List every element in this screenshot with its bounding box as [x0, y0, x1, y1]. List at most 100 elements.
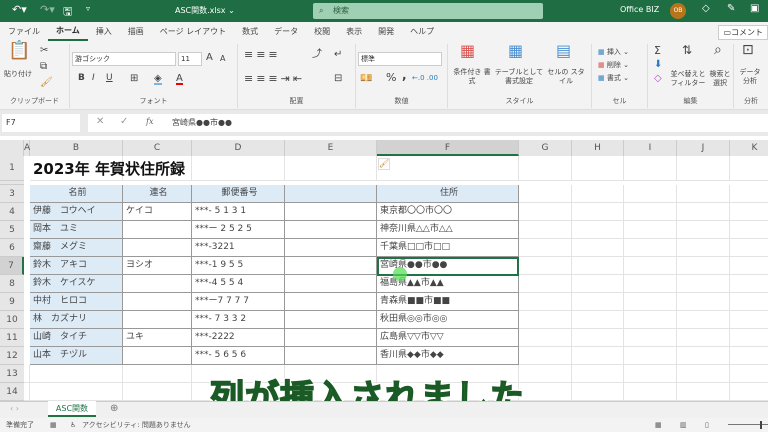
sheet-tab-asc[interactable]: ASC関数 — [48, 401, 96, 417]
cell[interactable] — [677, 347, 730, 365]
table-cell[interactable]: 鈴木 ケイスケ — [30, 275, 123, 293]
horizontal-align-icons[interactable]: ≡≡≡⇥⇤ — [244, 73, 305, 84]
cell[interactable] — [572, 275, 624, 293]
table-cell[interactable]: ***-4 5 5 4 — [192, 275, 285, 293]
tab-review[interactable]: 校閲 — [306, 22, 338, 42]
table-cell[interactable]: ***- 7 3 3 2 — [192, 311, 285, 329]
tab-page-layout[interactable]: ページ レイアウト — [152, 22, 234, 42]
cell[interactable] — [730, 347, 768, 365]
fill-icon[interactable]: ⬇ — [654, 60, 662, 70]
table-cell[interactable]: ***-2222 — [192, 329, 285, 347]
table-cell[interactable]: ***-3221 — [192, 239, 285, 257]
normal-view-icon[interactable]: ▦ — [655, 418, 662, 432]
cell[interactable] — [123, 365, 192, 383]
table-cell[interactable]: 香川県◆◆市◆◆ — [377, 347, 519, 365]
insert-function-icon[interactable]: fx — [146, 117, 153, 126]
copy-icon[interactable]: ⧉ — [40, 62, 47, 72]
column-header-J[interactable]: J — [677, 140, 730, 156]
autosum-icon[interactable]: Σ — [654, 45, 661, 56]
column-header-H[interactable]: H — [572, 140, 624, 156]
format-cells-button[interactable]: ▦ 書式 ⌄ — [598, 74, 629, 83]
cell[interactable] — [730, 383, 768, 401]
cell[interactable] — [624, 156, 677, 181]
table-cell[interactable]: 秋田県◎◎市◎◎ — [377, 311, 519, 329]
cell[interactable] — [519, 329, 572, 347]
row-header-12[interactable]: 12 — [0, 347, 24, 365]
format-as-table-button[interactable]: テーブルとして 書式設定 — [494, 68, 544, 86]
table-cell[interactable] — [285, 311, 377, 329]
table-cell[interactable]: 林 カズナリ — [30, 311, 123, 329]
cell[interactable] — [730, 329, 768, 347]
cell[interactable] — [624, 365, 677, 383]
cell[interactable] — [572, 257, 624, 275]
cell[interactable] — [285, 156, 377, 181]
cell[interactable] — [730, 293, 768, 311]
cell[interactable] — [572, 311, 624, 329]
zoom-slider[interactable] — [728, 424, 768, 425]
sort-filter-button[interactable]: 並べ替えと フィルター — [668, 70, 708, 88]
customize-qat-icon[interactable]: ▿ — [86, 4, 90, 13]
cell[interactable] — [677, 365, 730, 383]
table-cell[interactable] — [123, 311, 192, 329]
diamond-icon[interactable]: ◇ — [702, 3, 710, 14]
table-cell[interactable] — [285, 347, 377, 365]
cell[interactable] — [677, 293, 730, 311]
font-color-icon[interactable]: A — [176, 74, 183, 85]
search-box[interactable]: ⌕ 検索 — [313, 3, 543, 19]
cell[interactable] — [730, 257, 768, 275]
row-header-9[interactable]: 9 — [0, 293, 24, 311]
merge-icon[interactable]: ⊟ — [334, 74, 342, 84]
underline-button[interactable]: U — [106, 74, 113, 83]
cell[interactable] — [677, 185, 730, 203]
clear-icon[interactable]: ◇ — [654, 74, 662, 84]
row-header-4[interactable]: 4 — [0, 203, 24, 221]
cell[interactable] — [730, 365, 768, 383]
percent-button[interactable]: % — [386, 72, 396, 83]
increase-font-icon[interactable]: A — [206, 53, 213, 63]
cell[interactable] — [677, 257, 730, 275]
data-analysis-button[interactable]: データ 分析 — [738, 68, 762, 86]
cell[interactable] — [519, 347, 572, 365]
add-sheet-icon[interactable]: ⊕ — [110, 403, 118, 414]
table-cell[interactable] — [123, 347, 192, 365]
table-cell[interactable]: ***ー7 7 7 7 — [192, 293, 285, 311]
cell[interactable] — [624, 239, 677, 257]
accessibility-status[interactable]: アクセシビリティ: 問題ありません — [82, 418, 191, 432]
table-cell[interactable]: 東京都〇〇市〇〇 — [377, 203, 519, 221]
table-cell[interactable]: ***- 5 6 5 6 — [192, 347, 285, 365]
row-header-13[interactable]: 13 — [0, 365, 24, 383]
cell[interactable] — [624, 221, 677, 239]
column-header-C[interactable]: C — [123, 140, 192, 156]
tab-developer[interactable]: 開発 — [370, 22, 402, 42]
cell[interactable] — [572, 221, 624, 239]
row-header-5[interactable]: 5 — [0, 221, 24, 239]
cell-styles-button[interactable]: セルの スタイル — [546, 68, 586, 86]
column-header-G[interactable]: G — [519, 140, 572, 156]
number-format-select[interactable]: 標準 — [358, 52, 442, 66]
cell[interactable] — [730, 239, 768, 257]
table-cell[interactable] — [123, 239, 192, 257]
table-cell[interactable]: ヨシオ — [123, 257, 192, 275]
row-header-3[interactable]: 3 — [0, 185, 24, 203]
row-header-8[interactable]: 8 — [0, 275, 24, 293]
cell[interactable] — [519, 156, 572, 181]
wrap-text-icon[interactable]: ↵ — [334, 50, 342, 60]
undo-icon[interactable]: ↶▾ — [12, 3, 27, 16]
cell[interactable] — [519, 221, 572, 239]
row-header-11[interactable]: 11 — [0, 329, 24, 347]
table-cell[interactable] — [123, 275, 192, 293]
cell[interactable] — [624, 185, 677, 203]
border-icon[interactable]: ⊞ — [130, 74, 138, 84]
column-header-K[interactable]: K — [730, 140, 768, 156]
tab-draw[interactable]: 描画 — [120, 22, 152, 42]
table-cell[interactable] — [285, 257, 377, 275]
tab-home[interactable]: ホーム — [48, 23, 88, 41]
table-cell[interactable]: ***ー 2 5 2 5 — [192, 221, 285, 239]
sheet-title[interactable]: 2023年 年賀状住所録 — [33, 158, 185, 179]
table-cell[interactable]: 山崎 タイチ — [30, 329, 123, 347]
format-painter-icon[interactable]: 🖌 — [40, 78, 53, 88]
cell[interactable] — [730, 311, 768, 329]
name-box[interactable]: F7 — [2, 114, 80, 132]
cell[interactable] — [519, 185, 572, 203]
table-cell[interactable]: ユキ — [123, 329, 192, 347]
